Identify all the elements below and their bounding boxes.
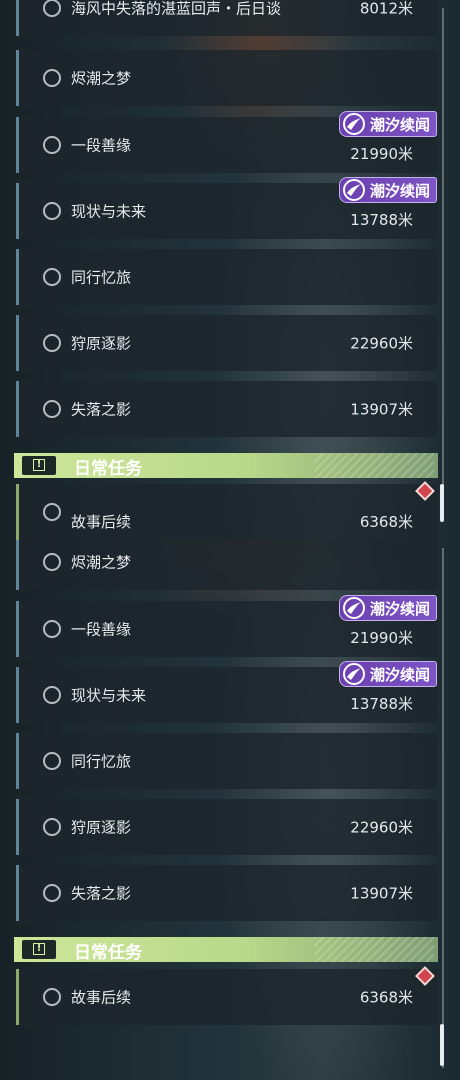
quest-distance: 21990米 xyxy=(350,145,413,163)
alert-diamond-icon xyxy=(415,481,435,501)
quest-distance: 13788米 xyxy=(350,211,413,229)
quest-row[interactable]: 同行忆旅 xyxy=(16,733,437,789)
status-circle-icon xyxy=(43,752,61,770)
quest-title: 同行忆旅 xyxy=(71,268,132,287)
quest-distance: 8012米 xyxy=(359,0,413,18)
tide-swirl-icon xyxy=(342,663,365,685)
quest-row[interactable]: 海风中失落的湛蓝回声・后日谈 8012米 xyxy=(16,0,437,36)
scrollbar-track[interactable] xyxy=(442,8,444,508)
section-title: 日常任务 xyxy=(74,459,142,479)
daily-section-header[interactable]: ! 日常任务 xyxy=(14,453,438,479)
quest-list-panel-bottom: 烬潮之梦 一段善缘 潮汐续闻 21990米 现状与未来 潮汐续闻 13788米 … xyxy=(0,540,460,1080)
tide-badge: 潮汐续闻 xyxy=(338,111,437,137)
scrollbar-thumb[interactable] xyxy=(440,1024,444,1066)
status-circle-icon xyxy=(43,334,61,352)
quest-title: 现状与未来 xyxy=(71,202,147,221)
status-circle-icon xyxy=(43,268,61,286)
tide-swirl-icon xyxy=(342,597,365,619)
status-circle-icon xyxy=(43,988,61,1006)
quest-row[interactable]: 一段善缘 潮汐续闻 21990米 xyxy=(16,111,437,173)
quest-row[interactable]: 烬潮之梦 xyxy=(16,50,437,106)
section-decoration xyxy=(314,453,434,478)
badge-label: 潮汐续闻 xyxy=(369,182,430,200)
quest-title: 故事后续 xyxy=(71,513,132,531)
quest-title: 失落之影 xyxy=(71,884,132,903)
quest-distance: 22960米 xyxy=(350,818,413,837)
exclamation-icon: ! xyxy=(22,456,56,475)
badge-label: 潮汐续闻 xyxy=(369,666,430,684)
quest-distance: 21990米 xyxy=(350,629,413,647)
badge-label: 潮汐续闻 xyxy=(369,600,430,618)
daily-section-header[interactable]: ! 日常任务 xyxy=(14,937,438,963)
section-decoration xyxy=(314,937,434,962)
quest-title: 现状与未来 xyxy=(71,686,147,705)
quest-row[interactable]: 失落之影 13907米 xyxy=(16,865,437,921)
status-circle-icon xyxy=(43,818,61,836)
tide-badge: 潮汐续闻 xyxy=(338,595,437,621)
status-circle-icon xyxy=(43,400,61,418)
quest-row[interactable]: 烬潮之梦 xyxy=(16,540,437,590)
section-title: 日常任务 xyxy=(74,943,142,963)
tide-badge: 潮汐续闻 xyxy=(338,177,437,203)
tide-swirl-icon xyxy=(342,113,365,135)
quest-title: 同行忆旅 xyxy=(71,752,132,771)
quest-title: 烬潮之梦 xyxy=(71,69,132,88)
exclamation-icon: ! xyxy=(22,940,56,959)
quest-distance: 13907米 xyxy=(350,400,413,419)
daily-quest-row[interactable]: 故事后续 6368米 xyxy=(16,966,437,1025)
badge-label: 潮汐续闻 xyxy=(369,116,430,134)
quest-distance: 22960米 xyxy=(350,334,413,353)
quest-title: 狩原逐影 xyxy=(71,818,132,837)
quest-title: 故事后续 xyxy=(71,988,132,1007)
tide-badge: 潮汐续闻 xyxy=(338,661,437,687)
quest-row[interactable]: 一段善缘 潮汐续闻 21990米 xyxy=(16,595,437,657)
quest-row[interactable]: 狩原逐影 22960米 xyxy=(16,315,437,371)
quest-title: 一段善缘 xyxy=(71,620,132,639)
quest-distance: 6368米 xyxy=(359,988,413,1007)
quest-row[interactable]: 狩原逐影 22960米 xyxy=(16,799,437,855)
quest-list-panel-top: 海风中失落的湛蓝回声・后日谈 8012米 烬潮之梦 一段善缘 潮汐续闻 2199… xyxy=(0,0,460,540)
quest-title: 海风中失落的湛蓝回声・后日谈 xyxy=(71,0,282,18)
quest-row[interactable]: 现状与未来 潮汐续闻 13788米 xyxy=(16,177,437,239)
quest-distance: 13788米 xyxy=(350,695,413,713)
quest-distance: 13907米 xyxy=(350,884,413,903)
quest-row[interactable]: 现状与未来 潮汐续闻 13788米 xyxy=(16,661,437,723)
status-circle-icon xyxy=(43,884,61,902)
status-circle-icon xyxy=(43,620,61,638)
scrollbar-thumb[interactable] xyxy=(440,484,444,522)
quest-row[interactable]: 失落之影 13907米 xyxy=(16,381,437,437)
quest-title: 一段善缘 xyxy=(71,136,132,155)
quest-title: 狩原逐影 xyxy=(71,334,132,353)
status-circle-icon xyxy=(43,136,61,154)
tide-swirl-icon xyxy=(342,179,365,201)
scrollbar-track[interactable] xyxy=(442,548,444,1068)
quest-row[interactable]: 同行忆旅 xyxy=(16,249,437,305)
status-circle-icon xyxy=(43,503,61,521)
quest-title: 失落之影 xyxy=(71,400,132,419)
status-circle-icon xyxy=(43,0,61,17)
daily-quest-row[interactable]: 故事后续 6368米 xyxy=(16,481,437,540)
alert-diamond-icon xyxy=(415,966,435,986)
status-circle-icon xyxy=(43,202,61,220)
status-circle-icon xyxy=(43,69,61,87)
status-circle-icon xyxy=(43,553,61,571)
quest-distance: 6368米 xyxy=(359,513,413,531)
quest-title: 烬潮之梦 xyxy=(71,553,132,572)
status-circle-icon xyxy=(43,686,61,704)
